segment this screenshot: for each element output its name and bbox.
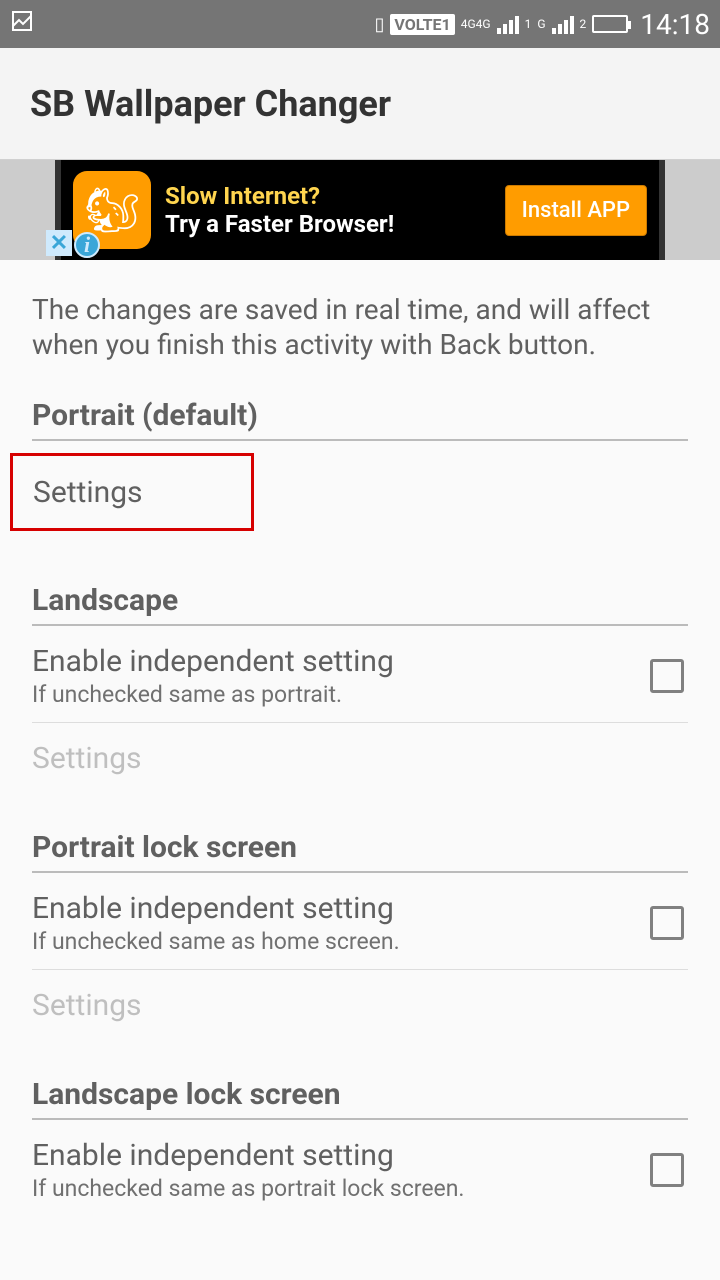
ad-headline: Slow Internet?	[165, 182, 491, 210]
section-header-landscape: Landscape	[32, 583, 688, 626]
ad-install-button[interactable]: Install APP	[505, 185, 647, 236]
settings-label-disabled: Settings	[32, 741, 142, 776]
checkbox-portrait-lock[interactable]	[650, 906, 684, 940]
settings-content: The changes are saved in real time, and …	[0, 260, 720, 1216]
sim2-label: G	[537, 17, 545, 31]
item-title: Enable independent setting	[32, 891, 400, 926]
ad-banner[interactable]: Slow Internet? Try a Faster Browser! Ins…	[0, 160, 720, 260]
clock: 14:18	[640, 8, 710, 41]
intro-text: The changes are saved in real time, and …	[32, 292, 688, 362]
signal-icon-1	[497, 14, 519, 34]
ad-text: Slow Internet? Try a Faster Browser!	[165, 182, 491, 238]
section-header-portrait-lock: Portrait lock screen	[32, 830, 688, 873]
ad-close-icon[interactable]: ✕	[46, 230, 72, 256]
status-bar: ▯ VOLTE1 4G4G 1 G 2 14:18	[0, 0, 720, 48]
sim2-sub: 2	[580, 17, 587, 31]
network-label: 4G4G	[461, 17, 491, 31]
signal-icon-2	[552, 14, 574, 34]
settings-label-disabled: Settings	[32, 988, 142, 1023]
item-title: Enable independent setting	[32, 644, 394, 679]
image-icon	[10, 9, 34, 39]
settings-item-portrait[interactable]: Settings	[10, 453, 254, 531]
enable-item-portrait-lock[interactable]: Enable independent setting If unchecked …	[32, 873, 688, 970]
settings-item-portrait-lock: Settings	[32, 970, 688, 1037]
vibrate-icon: ▯	[374, 14, 384, 35]
item-subtitle: If unchecked same as home screen.	[32, 928, 400, 955]
app-title: SB Wallpaper Changer	[30, 83, 391, 125]
checkbox-landscape-lock[interactable]	[650, 1153, 684, 1187]
enable-item-landscape[interactable]: Enable independent setting If unchecked …	[32, 626, 688, 723]
volte-badge: VOLTE1	[390, 14, 454, 35]
battery-icon	[592, 15, 628, 33]
section-header-portrait: Portrait (default)	[32, 398, 688, 441]
section-header-landscape-lock: Landscape lock screen	[32, 1077, 688, 1120]
enable-item-landscape-lock[interactable]: Enable independent setting If unchecked …	[32, 1120, 688, 1216]
item-subtitle: If unchecked same as portrait lock scree…	[32, 1175, 464, 1202]
settings-label: Settings	[33, 475, 143, 510]
settings-item-landscape: Settings	[32, 723, 688, 790]
ad-info-icon[interactable]: i	[74, 232, 100, 258]
app-bar: SB Wallpaper Changer	[0, 48, 720, 160]
sim1-sub: 1	[525, 17, 532, 31]
item-subtitle: If unchecked same as portrait.	[32, 681, 394, 708]
checkbox-landscape[interactable]	[650, 659, 684, 693]
ad-subline: Try a Faster Browser!	[165, 210, 491, 238]
item-title: Enable independent setting	[32, 1138, 464, 1173]
